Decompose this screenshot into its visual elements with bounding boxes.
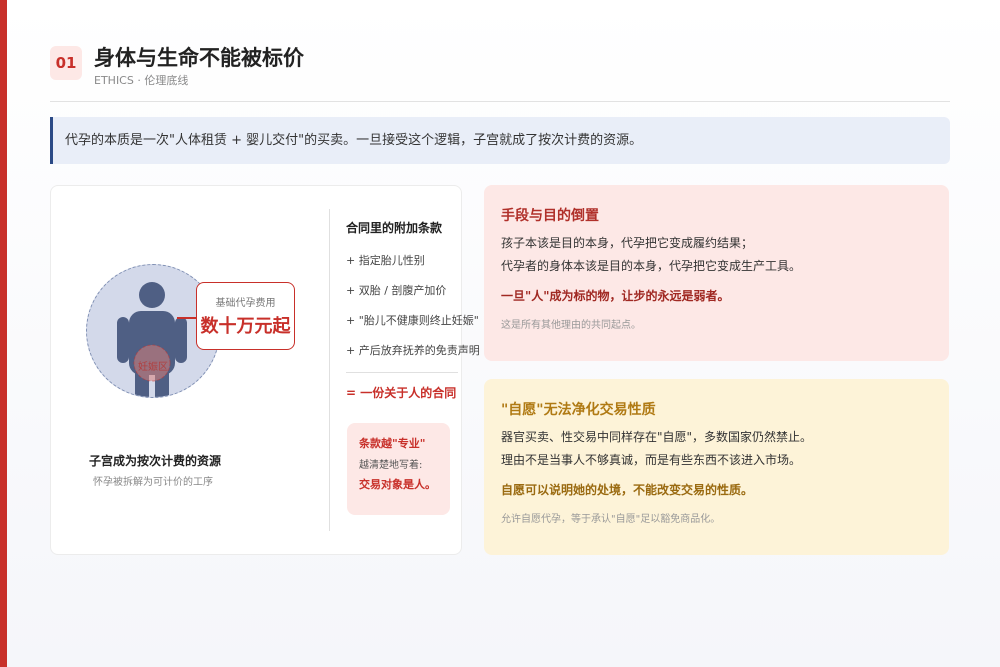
- clause-item: + 产后放弃抚养的免责声明: [346, 344, 480, 357]
- figure-caption: 子宫成为按次计费的资源: [89, 454, 222, 468]
- price-tag: 基础代孕费用 数十万元起: [196, 282, 295, 350]
- contract-note-box: 条款越"专业" 越清楚地写着: 交易对象是人。: [347, 423, 450, 515]
- clause-item: + 双胎 / 剖腹产加价: [346, 284, 447, 297]
- clause-item: + 指定胎儿性别: [346, 254, 425, 267]
- card-emphasis: 自愿可以说明她的处境，不能改变交易的性质。: [501, 483, 754, 497]
- argument-card-means-ends: 手段与目的倒置 孩子本该是目的本身，代孕把它变成履约结果； 代孕者的身体本该是目…: [484, 185, 949, 361]
- card-footnote: 允许自愿代孕，等于承认"自愿"足以豁免商品化。: [501, 514, 721, 525]
- illustration-card: 妊娠区 基础代孕费用 数十万元起 子宫成为按次计费的资源 怀孕被拆解为可计价的工…: [50, 185, 480, 555]
- card-body-line: 孩子本该是目的本身，代孕把它变成履约结果；: [501, 236, 754, 250]
- contract-clauses-panel: 合同里的附加条款 + 指定胎儿性别 + 双胎 / 剖腹产加价 + "胎儿不健康则…: [346, 219, 480, 401]
- price-value: 数十万元起: [200, 316, 291, 337]
- summary-callout: 代孕的本质是一次"人体租赁 + 婴儿交付"的买卖。一旦接受这个逻辑，子宫就成了按…: [50, 117, 950, 164]
- accent-side-bar: [0, 0, 7, 667]
- page-subtitle: ETHICS · 伦理底线: [94, 74, 189, 87]
- womb-area-label: 妊娠区: [138, 362, 168, 373]
- figure-subcaption: 怀孕被拆解为可计价的工序: [93, 477, 213, 488]
- clause-list: + 指定胎儿性别 + 双胎 / 剖腹产加价 + "胎儿不健康则终止妊娠" + 产…: [346, 252, 480, 358]
- note-line: 越清楚地写着:: [359, 460, 423, 471]
- argument-card-consent: "自愿"无法净化交易性质 器官买卖、性交易中同样存在"自愿"，多数国家仍然禁止。…: [484, 379, 949, 555]
- page-title: 身体与生命不能被标价: [94, 46, 304, 70]
- contract-conclusion: = 一份关于人的合同: [346, 386, 457, 400]
- card-body-line: 器官买卖、性交易中同样存在"自愿"，多数国家仍然禁止。: [501, 430, 813, 444]
- card-title: 手段与目的倒置: [501, 208, 599, 224]
- card-emphasis: 一旦"人"成为标的物，让步的永远是弱者。: [501, 289, 730, 303]
- section-header: 01 身体与生命不能被标价 ETHICS · 伦理底线: [50, 40, 950, 102]
- card-footnote: 这是所有其他理由的共同起点。: [501, 320, 641, 331]
- price-label: 基础代孕费用: [215, 298, 276, 309]
- contract-separator: [346, 372, 458, 373]
- note-emphasis: 交易对象是人。: [359, 478, 436, 491]
- vertical-divider: [329, 209, 330, 531]
- contract-title: 合同里的附加条款: [346, 221, 443, 235]
- card-body-line: 理由不是当事人不够真诚，而是有些东西不该进入市场。: [501, 453, 802, 467]
- price-connector-line: [177, 317, 196, 319]
- note-title: 条款越"专业": [359, 437, 426, 450]
- card-body-line: 代孕者的身体本该是目的本身，代孕把它变成生产工具。: [501, 259, 802, 273]
- clause-item: + "胎儿不健康则终止妊娠": [346, 314, 479, 327]
- card-title: "自愿"无法净化交易性质: [501, 402, 656, 418]
- section-number-badge: 01: [50, 46, 82, 80]
